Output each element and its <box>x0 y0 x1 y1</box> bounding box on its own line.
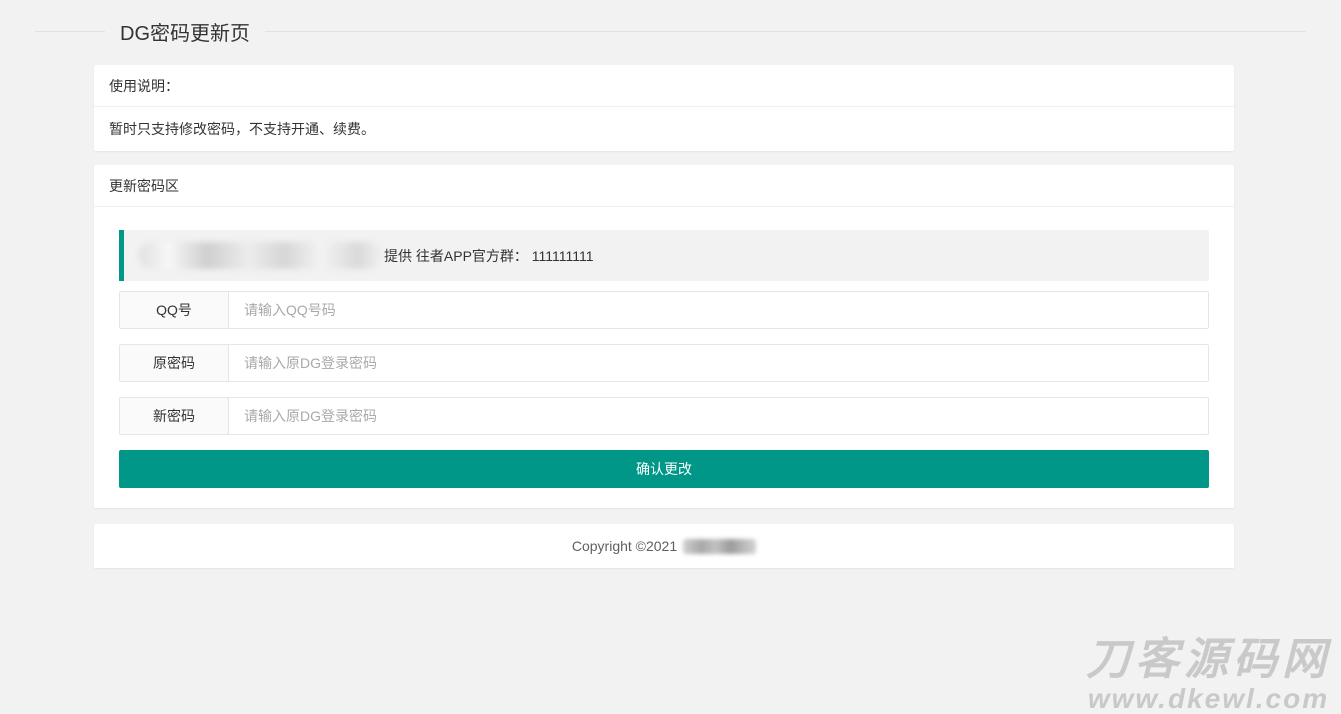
instructions-card-body: 暂时只支持修改密码，不支持开通、续费。 <box>94 107 1234 151</box>
old-password-row: 原密码 <box>119 344 1209 382</box>
new-password-label: 新密码 <box>120 398 229 434</box>
new-password-row: 新密码 <box>119 397 1209 435</box>
instructions-card-header: 使用说明： <box>94 65 1234 107</box>
footer: Copyright ©2021 <box>94 524 1234 568</box>
old-password-input[interactable] <box>229 345 1208 381</box>
update-password-card-header: 更新密码区 <box>94 165 1234 207</box>
instructions-card: 使用说明： 暂时只支持修改密码，不支持开通、续费。 <box>94 65 1234 151</box>
notice-text: 提供 往者APP官方群： 111111111 <box>384 244 594 268</box>
update-password-card: 更新密码区 提供 往者APP官方群： 111111111 QQ号 原密码 新密码… <box>94 165 1234 508</box>
page-title: DG密码更新页 <box>105 17 265 46</box>
qq-number-input[interactable] <box>229 292 1208 328</box>
redacted-text-blur <box>139 242 382 269</box>
qq-number-label: QQ号 <box>120 292 229 328</box>
old-password-label: 原密码 <box>120 345 229 381</box>
page-title-divider: DG密码更新页 <box>35 17 1306 46</box>
qq-number-row: QQ号 <box>119 291 1209 329</box>
new-password-input[interactable] <box>229 398 1208 434</box>
watermark-chinese-text: 刀客源码网 <box>1086 637 1331 683</box>
site-watermark: 刀客源码网 www.dkewl.com <box>1086 637 1331 713</box>
notice-bar: 提供 往者APP官方群： 111111111 <box>119 230 1209 281</box>
update-password-form: 提供 往者APP官方群： 111111111 QQ号 原密码 新密码 确认更改 <box>94 207 1234 508</box>
copyright-text: Copyright ©2021 <box>572 538 677 554</box>
watermark-url-text: www.dkewl.com <box>1086 684 1331 713</box>
confirm-change-button[interactable]: 确认更改 <box>119 450 1209 488</box>
redacted-copyright-blur <box>683 539 756 554</box>
